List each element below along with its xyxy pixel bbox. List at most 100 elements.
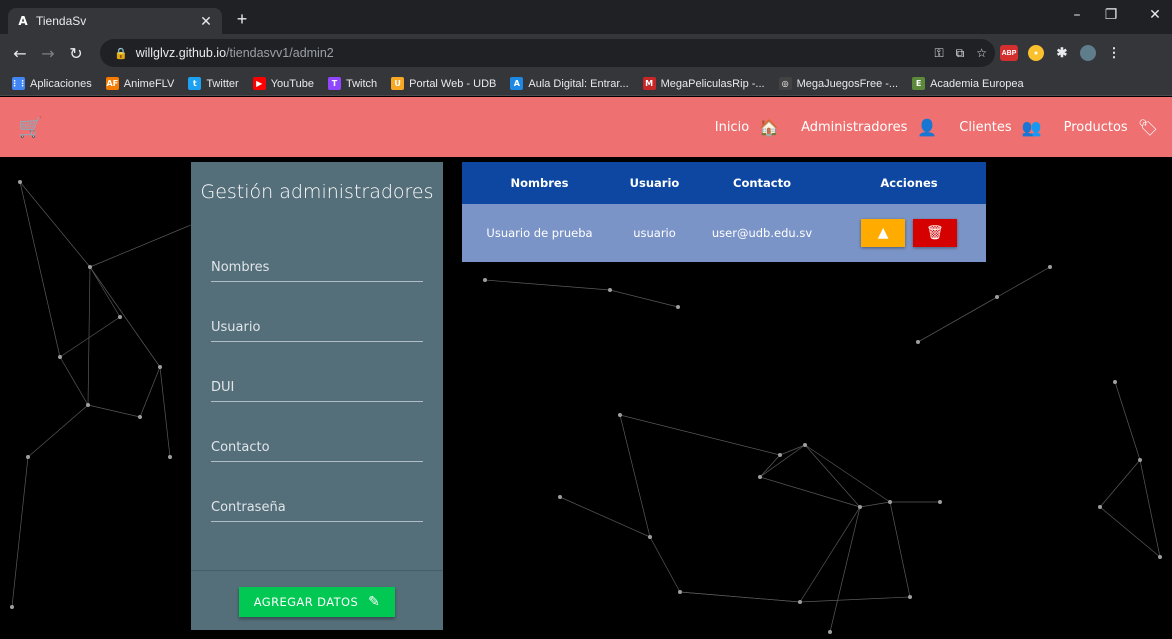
nav-link-clientes[interactable]: Clientes 👥 [959,118,1041,137]
network-line [804,444,891,503]
bookmark-label: YouTube [270,77,314,90]
cell-contacto: user@udb.edu.sv [711,226,813,240]
network-node [758,475,762,479]
network-line [89,266,161,368]
new-tab-button[interactable]: + [230,8,254,30]
network-node [858,505,862,509]
navigation-arrow-icon: ▲ [877,225,889,241]
edit-button[interactable]: ▲ [861,219,906,247]
network-node [888,500,892,504]
lock-icon: 🔒 [114,46,128,60]
star-icon[interactable]: ☆ [976,46,987,60]
network-line [559,496,651,538]
nav-link-inicio[interactable]: Inicio 🏠 [715,118,779,137]
key-icon[interactable]: ⚿ [935,46,944,61]
bookmark-item[interactable]: T Twitch [327,77,378,90]
tab-title: TiendaSv [36,14,87,28]
usuario-input[interactable] [211,314,423,341]
nombres-field [211,254,423,282]
bookmark-item[interactable]: A Aula Digital: Entrar... [510,77,629,90]
contrasena-field [211,494,423,522]
restore-icon[interactable]: ❐ [1096,4,1126,26]
pencil-icon: ✎ [368,594,381,610]
bookmark-item[interactable]: E Academia Europea [912,77,1024,90]
network-line [619,414,781,456]
network-line [19,181,91,268]
bookmark-label: Aplicaciones [30,77,92,90]
network-node [168,455,172,459]
profile-avatar[interactable] [1080,45,1096,61]
close-tab-icon[interactable]: ✕ [198,13,214,30]
network-node [1158,555,1162,559]
megapeliculas-icon: M [642,77,656,90]
nav-link-label: Clientes [959,119,1012,135]
bookmarks-bar: ⋮⋮ Aplicaciones AF AnimeFLV t Twitter ▶ YouTube… [0,72,1172,96]
app-navbar: 🛒 Inicio 🏠 Administradores 👤 Clientes 👥 Produc… [0,97,1172,157]
network-node [778,453,782,457]
bookmark-item[interactable]: t Twitter [188,77,239,90]
extensions-area: ABP ● ✱ ⋮ [1000,39,1122,67]
table-header-row: Nombres Usuario Contacto Acciones [462,162,986,204]
bookmark-item[interactable]: AF AnimeFLV [105,77,175,90]
minimize-icon[interactable]: – [1062,4,1092,26]
header-contacto: Contacto [733,176,791,190]
bookmark-label: Twitch [345,77,378,90]
network-line [889,501,911,598]
nav-links: Inicio 🏠 Administradores 👤 Clientes 👥 Producto… [715,97,1158,157]
puzzle-icon[interactable]: ✱ [1054,45,1070,61]
dui-input[interactable] [211,374,423,401]
address-bar[interactable]: 🔒 willglvz.github.io/tiendasvv1/admin2 ⚿… [100,39,995,67]
network-node [58,355,62,359]
academia-icon: E [912,77,926,90]
usuario-field [211,314,423,342]
network-line [87,404,141,418]
shopping-cart-icon[interactable]: 🛒 [18,115,43,139]
form-footer: AGREGAR DATOS ✎ [191,570,443,630]
network-line [139,366,161,418]
delete-button[interactable]: 🗑 [912,219,957,247]
network-node [678,590,682,594]
bookmark-item[interactable]: M MegaPeliculasRip -... [642,77,765,90]
youtube-icon: ▶ [252,77,266,90]
url-path: /tiendasvv1/admin2 [226,46,334,60]
menu-icon[interactable]: ⋮ [1106,45,1122,61]
network-node [86,403,90,407]
close-window-icon[interactable]: ✕ [1140,4,1170,26]
form-title: Gestión administradores [200,181,434,203]
contrasena-input[interactable] [211,494,423,521]
tab-favicon: A [18,14,28,28]
extension-icon[interactable]: ● [1028,45,1044,61]
nav-link-productos[interactable]: Productos 🏷 [1064,118,1158,137]
network-node [676,305,680,309]
forward-icon[interactable]: → [34,44,62,63]
bookmark-item[interactable]: U Portal Web - UDB [391,77,496,90]
network-node [10,605,14,609]
adblock-icon[interactable]: ABP [1000,45,1018,61]
header-acciones: Acciones [880,176,938,190]
nav-link-administradores[interactable]: Administradores 👤 [801,118,937,137]
network-node [938,500,942,504]
bookmark-item[interactable]: ▶ YouTube [252,77,314,90]
home-icon: 🏠 [759,117,780,137]
nombres-input[interactable] [211,254,423,281]
browser-tab[interactable]: A TiendaSv ✕ [8,8,222,34]
reload-icon[interactable]: ↻ [62,44,90,63]
network-line [89,266,121,318]
bookmark-label: AnimeFLV [123,77,175,90]
bookmark-item[interactable]: ⋮⋮ Aplicaciones [11,77,92,90]
table-row: Usuario de prueba usuario user@udb.edu.s… [462,204,986,262]
browser-tab-strip: A TiendaSv ✕ + – ❐ ✕ [0,0,1172,34]
network-line [917,266,1051,343]
network-node [803,443,807,447]
network-line [859,501,891,508]
bookmark-label: MegaPeliculasRip -... [660,77,765,90]
back-icon[interactable]: ← [6,44,34,63]
contacto-input[interactable] [211,434,423,461]
bookmark-item[interactable]: ◎ MegaJuegosFree -... [778,77,898,90]
cell-acciones: ▲ 🗑 [832,204,986,262]
translate-icon[interactable]: ⧉ [956,46,965,61]
admins-table: Nombres Usuario Contacto Acciones Usuari… [462,162,986,262]
tag-icon: 🏷 [1137,117,1158,137]
network-node [908,595,912,599]
add-data-button[interactable]: AGREGAR DATOS ✎ [239,587,395,617]
